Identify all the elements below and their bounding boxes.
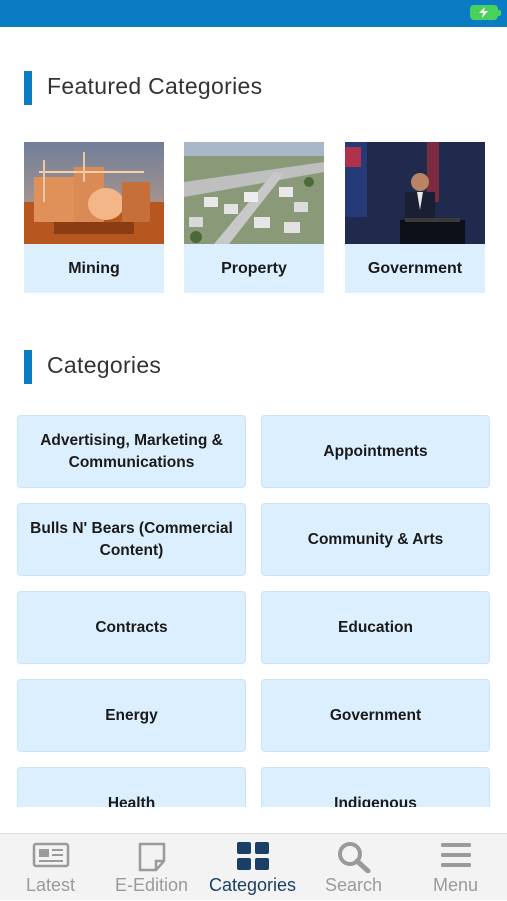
featured-card-mining[interactable]: Mining (24, 142, 164, 293)
section-accent-bar (24, 350, 32, 384)
bottom-tab-bar: Latest E-Edition Categories Search Menu (0, 833, 507, 900)
featured-label-property: Property (221, 259, 287, 277)
tab-categories[interactable]: Categories (202, 834, 303, 901)
featured-label-mining: Mining (68, 259, 120, 277)
status-bar (0, 0, 507, 27)
tab-search[interactable]: Search (303, 834, 404, 901)
tab-latest[interactable]: Latest (0, 834, 101, 901)
page-icon (136, 841, 168, 878)
category-energy[interactable]: Energy (17, 679, 246, 752)
battery-charging-icon (470, 5, 501, 20)
category-community-arts[interactable]: Community & Arts (261, 503, 490, 576)
category-advertising[interactable]: Advertising, Marketing & Communications (17, 415, 246, 488)
featured-section-title: Featured Categories (47, 73, 263, 99)
menu-icon (440, 841, 472, 874)
property-photo (184, 142, 324, 244)
scroll-content[interactable]: Featured Categories Mining Property Gove… (0, 27, 507, 807)
grid-icon (236, 841, 270, 876)
tab-label: Categories (208, 875, 297, 895)
featured-label-government: Government (367, 259, 463, 277)
featured-card-property[interactable]: Property (184, 142, 324, 293)
tab-label: E-Edition (114, 875, 189, 895)
newspaper-icon (32, 841, 70, 874)
category-education[interactable]: Education (261, 591, 490, 664)
category-contracts[interactable]: Contracts (17, 591, 246, 664)
tab-menu[interactable]: Menu (405, 834, 506, 901)
featured-card-government[interactable]: Government (345, 142, 485, 293)
category-bulls-n-bears[interactable]: Bulls N' Bears (Commercial Content) (17, 503, 246, 576)
categories-section-title: Categories (47, 352, 162, 378)
tab-label: Menu (432, 875, 479, 895)
tab-label: Search (324, 875, 383, 895)
category-health[interactable]: Health (17, 767, 246, 807)
tab-label: Latest (25, 875, 76, 895)
government-photo (345, 142, 485, 244)
category-appointments[interactable]: Appointments (261, 415, 490, 488)
section-accent-bar (24, 71, 32, 105)
mining-photo (24, 142, 164, 244)
category-indigenous[interactable]: Indigenous (261, 767, 490, 807)
search-icon (337, 841, 371, 878)
category-government[interactable]: Government (261, 679, 490, 752)
tab-e-edition[interactable]: E-Edition (101, 834, 202, 901)
